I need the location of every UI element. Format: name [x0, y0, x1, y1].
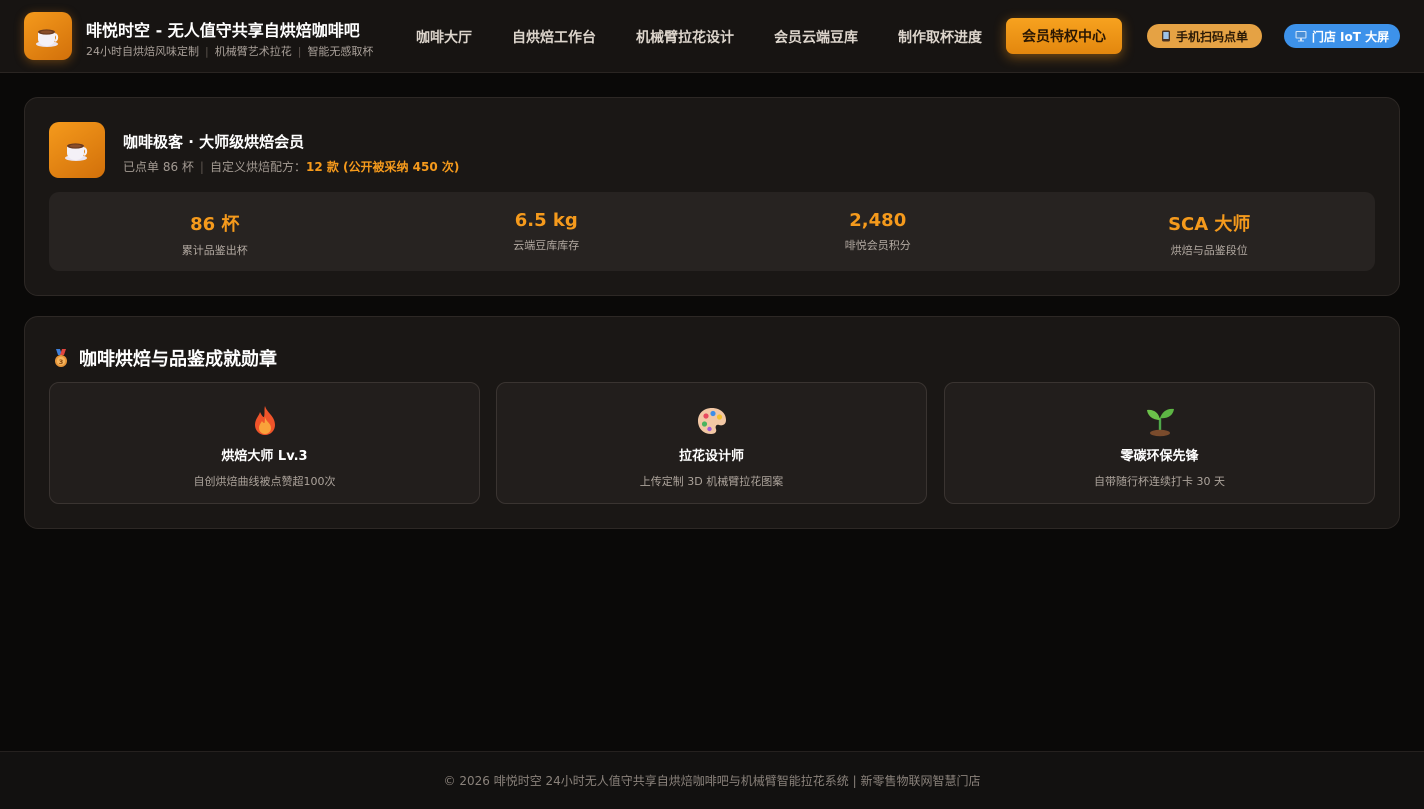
- stat-label: 累计品鉴出杯: [181, 244, 248, 257]
- nav-cloud-bean-vault[interactable]: 会员云端豆库: [774, 0, 858, 73]
- section-title-text: 咖啡烘焙与品鉴成就勋章: [79, 349, 277, 370]
- nav-latte-art-design[interactable]: 机械臂拉花设计: [636, 0, 734, 73]
- iot-screen-button[interactable]: 门店 IoT 大屏: [1284, 24, 1400, 48]
- stat-points: 2,480 啡悦会员积分: [712, 192, 1044, 271]
- brand-title: 啡悦时空 - 无人值守共享自烘焙咖啡吧: [86, 21, 360, 40]
- seedling-icon: [1146, 408, 1174, 437]
- stat-label: 云端豆库库存: [513, 239, 580, 252]
- section-title: 3 咖啡烘焙与品鉴成就勋章: [51, 345, 277, 371]
- badge-latte-designer[interactable]: 拉花设计师 上传定制 3D 机械臂拉花图案: [496, 382, 927, 504]
- recipes-label: 自定义烘焙配方：: [209, 160, 306, 174]
- stat-label: 烘焙与品鉴段位: [1170, 244, 1248, 257]
- brand-logo[interactable]: [24, 12, 72, 60]
- nav-roast-workbench[interactable]: 自烘焙工作台: [512, 0, 596, 73]
- badge-eco-pioneer[interactable]: 零碳环保先锋 自带随行杯连续打卡 30 天: [944, 382, 1375, 504]
- avatar: [49, 122, 105, 178]
- coffee-cup-icon: [36, 29, 59, 47]
- stat-cups: 86 杯 累计品鉴出杯: [49, 192, 381, 271]
- phone-icon: [1161, 30, 1170, 42]
- divider: |: [205, 45, 209, 58]
- stat-value: 6.5 kg: [514, 210, 578, 231]
- divider: |: [297, 45, 302, 58]
- scan-order-label: 手机扫码点单: [1175, 29, 1248, 44]
- brand-sub-latte: 机械臂艺术拉花: [214, 45, 292, 58]
- badge-desc: 上传定制 3D 机械臂拉花图案: [639, 475, 784, 488]
- brand-sub-roast: 24小时自烘焙风味定制: [86, 45, 199, 58]
- page-footer: © 2026 啡悦时空 24小时无人值守共享自烘焙咖啡吧与机械臂智能拉花系统 |…: [0, 751, 1424, 809]
- stats-panel: 86 杯 累计品鉴出杯 6.5 kg 云端豆库库存 2,480 啡悦会员积分 S…: [49, 192, 1375, 271]
- badge-desc: 自创烘焙曲线被点赞超100次: [193, 475, 336, 488]
- nav-member-center[interactable]: 会员特权中心: [1006, 18, 1122, 54]
- badge-desc: 自带随行杯连续打卡 30 天: [1094, 475, 1225, 488]
- badge-name: 零碳环保先锋: [1120, 449, 1199, 464]
- order-count: 已点单 86 杯: [123, 160, 194, 174]
- brand-subtitle: 24小时自烘焙风味定制 | 机械臂艺术拉花 | 智能无感取杯: [86, 43, 373, 59]
- svg-text:3: 3: [59, 358, 64, 366]
- member-profile-card: 咖啡极客 · 大师级烘焙会员 已点单 86 杯 | 自定义烘焙配方：12 款 (公开…: [24, 97, 1400, 296]
- stat-label: 啡悦会员积分: [844, 239, 911, 252]
- footer-text: © 2026 啡悦时空 24小时无人值守共享自烘焙咖啡吧与机械臂智能拉花系统 |…: [443, 774, 981, 788]
- top-header: 啡悦时空 - 无人值守共享自烘焙咖啡吧 24小时自烘焙风味定制 | 机械臂艺术拉花 |…: [0, 0, 1424, 73]
- member-meta: 已点单 86 杯 | 自定义烘焙配方：12 款 (公开被采纳 450 次): [123, 158, 459, 175]
- badge-name: 拉花设计师: [678, 449, 744, 464]
- iot-screen-label: 门店 IoT 大屏: [1311, 29, 1390, 44]
- badge-roast-master[interactable]: 烘焙大师 Lv.3 自创烘焙曲线被点赞超100次: [49, 382, 480, 504]
- badge-name: 烘焙大师 Lv.3: [221, 449, 308, 464]
- palette-icon: [697, 408, 726, 434]
- stat-rank: SCA 大师 烘焙与品鉴段位: [1044, 192, 1376, 271]
- stat-value: SCA 大师: [1168, 214, 1251, 235]
- scan-order-button[interactable]: 手机扫码点单: [1147, 24, 1262, 48]
- stat-value: 2,480: [849, 210, 907, 231]
- flame-icon: [254, 406, 275, 435]
- achievement-badges-card: 3 咖啡烘焙与品鉴成就勋章 烘焙大师 Lv.3 自创烘焙曲线被点赞超100次 拉…: [24, 316, 1400, 529]
- divider: |: [199, 160, 204, 174]
- stat-bean-stock: 6.5 kg 云端豆库库存: [381, 192, 713, 271]
- nav-coffee-hall[interactable]: 咖啡大厅: [416, 0, 472, 73]
- member-title: 咖啡极客 · 大师级烘焙会员: [123, 133, 305, 151]
- recipes-value: 12 款 (公开被采纳 450 次): [305, 160, 460, 174]
- medal-icon: 3: [55, 349, 67, 367]
- brand-sub-pickup: 智能无感取杯: [307, 45, 374, 58]
- coffee-cup-icon: [65, 143, 88, 161]
- stat-value: 86 杯: [190, 214, 240, 235]
- screen-icon: [1295, 31, 1307, 42]
- nav-order-progress[interactable]: 制作取杯进度: [898, 0, 982, 73]
